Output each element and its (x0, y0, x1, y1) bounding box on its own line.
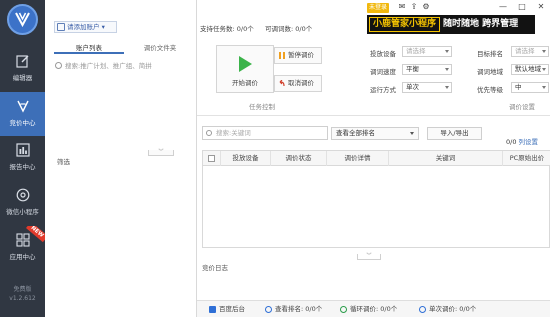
pause-bid-button[interactable]: 暂停调价 (274, 47, 322, 64)
play-icon (238, 56, 252, 72)
target-rank-select[interactable]: 请选择 (511, 46, 549, 57)
mail-icon[interactable]: ✉ (397, 2, 407, 12)
undo-icon (279, 80, 285, 87)
single-bid-status: 单次调价: 0/0个 (419, 305, 476, 314)
device-select[interactable]: 请选择 (402, 46, 452, 57)
nav-label-report-center: 报告中心 (9, 163, 36, 171)
col-bid-details[interactable]: 调价详情 (327, 151, 389, 166)
share-icon[interactable]: ⇪ (409, 2, 419, 12)
priority-label: 优先等级 (477, 86, 503, 94)
speed-label: 调词速度 (370, 68, 396, 76)
version-info: 免费版 v1.2.612 (0, 285, 45, 303)
filter-label: 筛选 (57, 158, 70, 166)
nav-item-bid-center[interactable]: 竞价中心 (0, 92, 45, 136)
loop-icon (340, 306, 347, 313)
banner-slogan: 随时随地 跨界管理 (443, 19, 519, 29)
nav-item-app-center[interactable]: 应用中心 NEW (0, 226, 45, 270)
search-icon (206, 130, 212, 136)
nav-item-report-center[interactable]: 报告中心 (0, 136, 45, 180)
close-icon[interactable]: ✕ (536, 2, 546, 12)
settings-icon[interactable]: ⚙ (421, 2, 431, 12)
col-keyword[interactable]: 关键词 (389, 151, 503, 166)
bid-log-title: 竞价日志 (202, 264, 228, 272)
keyword-table: 投放设备 调价状态 调价详情 关键词 PC原始出价 (202, 150, 550, 248)
nav-item-editor[interactable]: 编辑器 (0, 47, 45, 91)
select-all-cell (203, 151, 221, 166)
col-bid-status[interactable]: 调价状态 (271, 151, 327, 166)
bid-icon (16, 100, 29, 113)
device-label: 投放设备 (370, 50, 396, 58)
run-mode-label: 运行方式 (370, 86, 396, 94)
cancel-bid-label: 取消调价 (288, 79, 314, 87)
edit-icon (15, 55, 28, 68)
keyword-count: 0/0 列设置 (506, 138, 539, 146)
region-select[interactable]: 默认地域 (511, 64, 549, 75)
bid-settings-caption: 调价设置 (509, 103, 535, 111)
task-control-caption: 任务控制 (249, 103, 275, 111)
log-collapse-handle[interactable]: ︾ (357, 254, 381, 260)
miniprogram-banner[interactable]: 小鹿管家小程序 随时随地 跨界管理 (367, 15, 535, 34)
account-icon (57, 23, 65, 31)
status-bar: 百度后台 查看排名: 0/0个 循环调价: 0/0个 单次调价: 0/0个 (197, 300, 550, 317)
collapse-handle[interactable]: ︾ (148, 150, 174, 156)
supported-tasks-text: 支持任务数: 0/0个 (200, 25, 254, 33)
divider (197, 115, 550, 116)
check-rank-status: 查看排名: 0/0个 (265, 305, 322, 314)
start-bid-button[interactable]: 开始调价 (216, 45, 274, 93)
baidu-backend-link[interactable]: 百度后台 (209, 305, 245, 314)
table-header: 投放设备 调价状态 调价详情 关键词 PC原始出价 (203, 151, 550, 166)
col-device[interactable]: 投放设备 (221, 151, 271, 166)
minimize-icon[interactable]: — (498, 2, 508, 12)
account-panel: 请添加账户 ▾ 账户列表 调价文件夹 搜索:推广计划、推广组、简拼 ︾ 筛选 (45, 0, 197, 317)
chevron-down-icon (410, 132, 414, 135)
edition-label: 免费版 (13, 286, 32, 293)
available-bids-text: 可调词数: 0/0个 (265, 25, 313, 33)
import-export-button[interactable]: 导入/导出 (427, 127, 482, 140)
app-logo (7, 4, 38, 35)
add-account-dropdown[interactable]: 请添加账户 ▾ (54, 21, 117, 33)
rank-view-select[interactable]: 查看全部排名 (331, 127, 419, 140)
banner-highlight: 小鹿管家小程序 (369, 17, 441, 32)
tab-bid-folder[interactable]: 调价文件夹 (124, 42, 196, 54)
keyword-search-input[interactable]: 搜索:关键词 (202, 126, 328, 140)
col-pc-original-bid[interactable]: PC原始出价 (503, 151, 550, 166)
login-status-button[interactable]: 未登录 (367, 3, 389, 13)
nav-label-app-center: 应用中心 (9, 253, 36, 261)
baidu-icon (209, 306, 216, 313)
start-bid-label: 开始调价 (232, 79, 258, 87)
main-panel: 未登录 ✉ ⇪ ⚙ — □ ✕ 支持任务数: 0/0个 可调词数: 0/0个 小… (197, 0, 550, 317)
version-label: v1.2.612 (9, 295, 36, 302)
nav-item-wechat-miniprogram[interactable]: 微信小程序 (0, 181, 45, 225)
select-all-checkbox[interactable] (208, 155, 215, 162)
run-mode-select[interactable]: 单次 (402, 82, 452, 93)
search-icon (265, 306, 272, 313)
region-label: 调词地域 (477, 68, 503, 76)
add-account-label: 请添加账户 (67, 23, 100, 31)
pause-icon (279, 52, 285, 59)
wechat-icon (16, 188, 29, 202)
speed-select[interactable]: 平衡 (402, 64, 452, 75)
maximize-icon[interactable]: □ (517, 2, 527, 12)
nav-label-wechat-miniprogram: 微信小程序 (6, 208, 39, 216)
account-search-input[interactable]: 搜索:推广计划、推广组、简拼 (54, 60, 196, 72)
priority-select[interactable]: 中 (511, 82, 549, 93)
left-nav: 编辑器 竞价中心 报告中心 微信小程序 应用中心 NEW 免费版 v1.2.61… (0, 0, 45, 317)
nav-label-bid-center: 竞价中心 (9, 119, 36, 127)
column-settings-link[interactable]: 列设置 (519, 138, 539, 146)
nav-label-editor: 编辑器 (12, 74, 33, 82)
single-icon (419, 306, 426, 313)
target-rank-label: 目标排名 (477, 50, 503, 58)
report-icon (15, 143, 30, 157)
pause-bid-label: 暂停调价 (288, 51, 314, 59)
loop-bid-status: 循环调价: 0/0个 (340, 305, 397, 314)
account-tabs: 账户列表 调价文件夹 (54, 42, 196, 54)
apps-icon (15, 233, 30, 247)
search-icon (55, 62, 62, 69)
keyword-search-placeholder: 搜索:关键词 (216, 129, 251, 137)
cancel-bid-button[interactable]: 取消调价 (274, 75, 322, 92)
tab-account-list[interactable]: 账户列表 (54, 42, 124, 54)
account-search-placeholder: 搜索:推广计划、推广组、简拼 (65, 62, 152, 70)
